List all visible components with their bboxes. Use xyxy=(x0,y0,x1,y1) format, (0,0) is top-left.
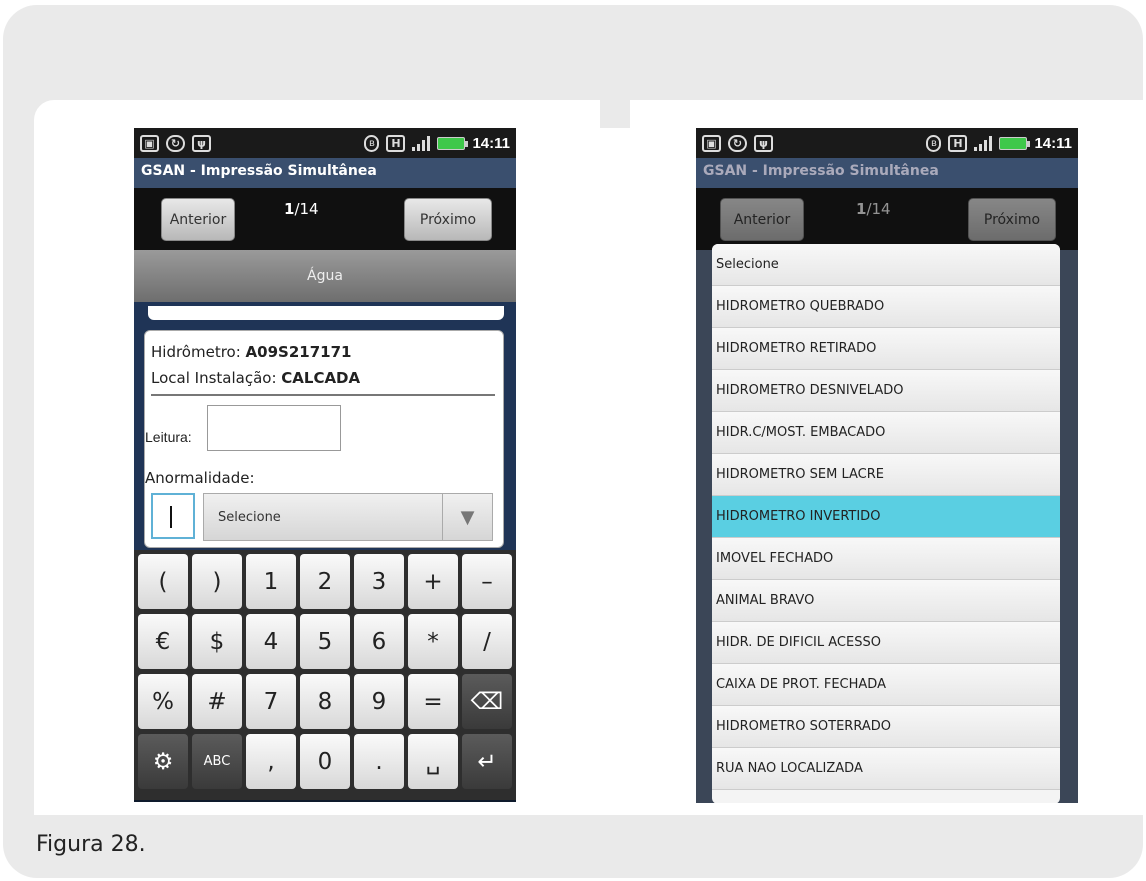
local-line: Local Instalação: CALCADA xyxy=(151,369,360,387)
phone-left: ▣ ↻ ψ ʙ H 14:11 GSAN - Impressão Simultâ… xyxy=(134,128,516,802)
battery-icon xyxy=(999,136,1031,150)
key-plus[interactable]: + xyxy=(408,554,458,609)
page-counter: 1/14 xyxy=(856,200,891,218)
backspace-icon[interactable]: ⌫ xyxy=(462,674,512,729)
leitura-label: Leitura: xyxy=(145,429,192,445)
previous-card-edge xyxy=(148,306,504,320)
sync-icon: ↻ xyxy=(166,134,185,152)
option-hidrometro-soterrado[interactable]: HIDROMETRO SOTERRADO xyxy=(712,706,1060,748)
leitura-input[interactable] xyxy=(207,405,341,451)
key-hash[interactable]: # xyxy=(192,674,242,729)
h-network-icon: H xyxy=(948,134,968,152)
hidrometro-label: Hidrômetro: xyxy=(151,343,246,361)
key-4[interactable]: 4 xyxy=(246,614,296,669)
nav-bar: Anterior 1/14 Próximo xyxy=(696,188,1078,250)
hidrometro-value: A09S217171 xyxy=(245,343,352,361)
key-0[interactable]: 0 xyxy=(300,734,350,789)
local-label: Local Instalação: xyxy=(151,369,282,387)
enter-icon[interactable]: ↵ xyxy=(462,734,512,789)
space-icon[interactable]: ␣ xyxy=(408,734,458,789)
bluetooth-icon: ʙ xyxy=(364,134,380,152)
key-2[interactable]: 2 xyxy=(300,554,350,609)
figure-caption: Figura 28. xyxy=(36,832,146,857)
anormalidade-dropdown-list: Selecione HIDROMETRO QUEBRADO HIDROMETRO… xyxy=(712,244,1060,803)
key-asterisk[interactable]: * xyxy=(408,614,458,669)
key-equals[interactable]: = xyxy=(408,674,458,729)
bluetooth-icon: ʙ xyxy=(926,134,942,152)
dropdown-arrow-icon[interactable]: ▼ xyxy=(442,494,492,540)
key-3[interactable]: 3 xyxy=(354,554,404,609)
status-time: 14:11 xyxy=(1034,134,1072,152)
option-caixa-prot-fechada[interactable]: CAIXA DE PROT. FECHADA xyxy=(712,664,1060,706)
key-period[interactable]: . xyxy=(354,734,404,789)
numeric-keyboard: ( ) 1 2 3 + – € $ 4 5 6 * / % # 7 8 9 = … xyxy=(134,550,516,800)
counter-current: 1 xyxy=(856,200,867,218)
next-button: Próximo xyxy=(968,198,1056,241)
select-value: Selecione xyxy=(218,510,281,525)
option-hidrometro-retirado[interactable]: HIDROMETRO RETIRADO xyxy=(712,328,1060,370)
anormalidade-select[interactable]: Selecione ▼ xyxy=(203,493,493,541)
option-hidr-most-embacado[interactable]: HIDR.C/MOST. EMBACADO xyxy=(712,412,1060,454)
key-7[interactable]: 7 xyxy=(246,674,296,729)
image-gap xyxy=(600,100,630,128)
key-abc[interactable]: ABC xyxy=(192,734,242,789)
key-dollar[interactable]: $ xyxy=(192,614,242,669)
status-time: 14:11 xyxy=(472,134,510,152)
divider xyxy=(151,394,495,396)
signal-icon xyxy=(412,135,431,151)
key-8[interactable]: 8 xyxy=(300,674,350,729)
text-caret xyxy=(170,506,172,528)
counter-current: 1 xyxy=(284,200,295,218)
option-imovel-fechado[interactable]: IMOVEL FECHADO xyxy=(712,538,1060,580)
anormalidade-label: Anormalidade: xyxy=(145,469,255,487)
option-selecione[interactable]: Selecione xyxy=(712,244,1060,286)
option-hidrometro-invertido[interactable]: HIDROMETRO INVERTIDO xyxy=(712,496,1060,538)
figure-image: ▣ ↻ ψ ʙ H 14:11 GSAN - Impressão Simultâ… xyxy=(34,100,1146,815)
sync-icon: ↻ xyxy=(728,134,747,152)
key-9[interactable]: 9 xyxy=(354,674,404,729)
gallery-icon: ▣ xyxy=(140,134,159,152)
meter-card: Hidrômetro: A09S217171 Local Instalação:… xyxy=(144,330,504,548)
usb-icon: ψ xyxy=(754,134,773,152)
previous-button[interactable]: Anterior xyxy=(161,198,235,241)
anormalidade-code-input[interactable] xyxy=(151,493,195,539)
key-percent[interactable]: % xyxy=(138,674,188,729)
local-value: CALCADA xyxy=(281,369,361,387)
key-6[interactable]: 6 xyxy=(354,614,404,669)
next-button[interactable]: Próximo xyxy=(404,198,492,241)
key-comma[interactable]: , xyxy=(246,734,296,789)
key-open-paren[interactable]: ( xyxy=(138,554,188,609)
section-tab-agua[interactable]: Água xyxy=(134,250,516,302)
key-euro[interactable]: € xyxy=(138,614,188,669)
input-settings-icon[interactable]: ⚙ xyxy=(138,734,188,789)
battery-icon xyxy=(437,136,469,150)
gallery-icon: ▣ xyxy=(702,134,721,152)
option-hidrometro-quebrado[interactable]: HIDROMETRO QUEBRADO xyxy=(712,286,1060,328)
previous-button: Anterior xyxy=(720,198,804,241)
app-title: GSAN - Impressão Simultânea xyxy=(696,158,1078,188)
option-animal-bravo[interactable]: ANIMAL BRAVO xyxy=(712,580,1060,622)
option-hidrometro-sem-lacre[interactable]: HIDROMETRO SEM LACRE xyxy=(712,454,1060,496)
usb-icon: ψ xyxy=(192,134,211,152)
h-network-icon: H xyxy=(386,134,406,152)
counter-total: /14 xyxy=(866,200,891,218)
option-rua-nao-localizada[interactable]: RUA NAO LOCALIZADA xyxy=(712,748,1060,790)
signal-icon xyxy=(974,135,993,151)
key-1[interactable]: 1 xyxy=(246,554,296,609)
option-hidrometro-desnivelado[interactable]: HIDROMETRO DESNIVELADO xyxy=(712,370,1060,412)
nav-bar: Anterior 1/14 Próximo xyxy=(134,188,516,250)
key-slash[interactable]: / xyxy=(462,614,512,669)
key-5[interactable]: 5 xyxy=(300,614,350,669)
app-title: GSAN - Impressão Simultânea xyxy=(134,158,516,188)
key-minus[interactable]: – xyxy=(462,554,512,609)
counter-total: /14 xyxy=(294,200,319,218)
key-close-paren[interactable]: ) xyxy=(192,554,242,609)
page-counter: 1/14 xyxy=(284,200,319,218)
option-hidr-dificil-acesso[interactable]: HIDR. DE DIFICIL ACESSO xyxy=(712,622,1060,664)
phone-right: ▣ ↻ ψ ʙ H 14:11 GSAN - Impressão Simultâ… xyxy=(696,128,1078,803)
status-bar: ▣ ↻ ψ ʙ H 14:11 xyxy=(134,128,516,158)
status-bar: ▣ ↻ ψ ʙ H 14:11 xyxy=(696,128,1078,158)
hidrometro-line: Hidrômetro: A09S217171 xyxy=(151,343,351,361)
